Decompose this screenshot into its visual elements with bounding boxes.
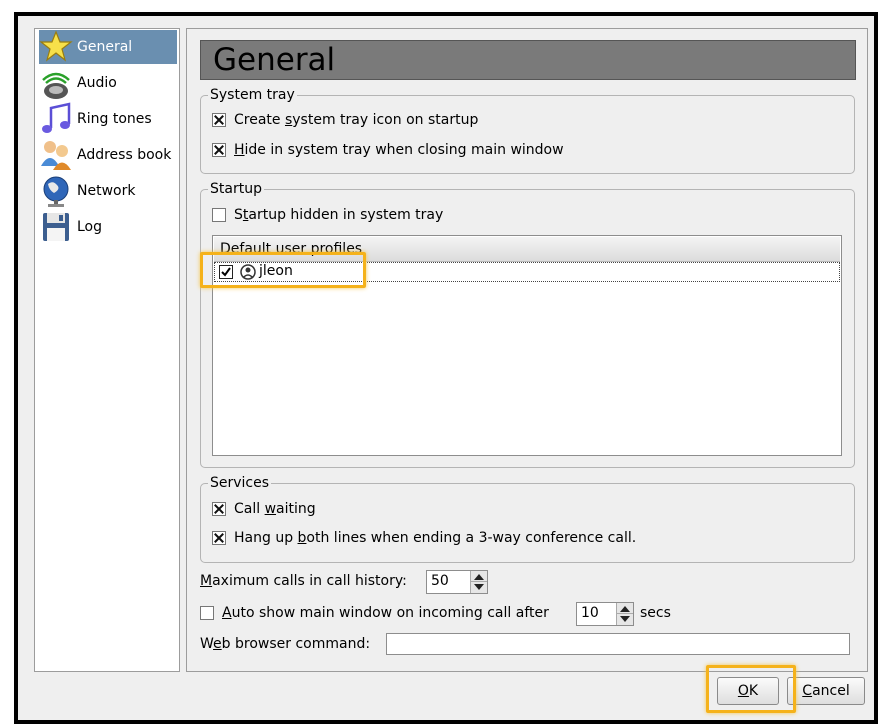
profiles-column-header[interactable]: Default user profiles — [214, 237, 840, 262]
checkbox-box[interactable] — [212, 143, 226, 157]
auto-show-delay-value: 10 — [581, 605, 599, 621]
sidebar-item-label: Ring tones — [77, 111, 152, 127]
hide-in-tray-label: Hide in system tray when closing main wi… — [234, 142, 564, 158]
sidebar-item-label: General — [77, 39, 133, 55]
hide-in-tray-checkbox[interactable]: Hide in system tray when closing main wi… — [212, 142, 564, 158]
call-waiting-checkbox[interactable]: Call waiting — [212, 501, 316, 517]
checkbox-box[interactable] — [212, 502, 226, 516]
sidebar-item-label: Log — [77, 219, 103, 235]
services-group-title: Services — [208, 475, 272, 491]
system-tray-group — [200, 95, 855, 174]
user-profile-icon — [240, 264, 256, 280]
profile-row-jleon[interactable]: jleon — [214, 262, 840, 282]
web-browser-command-input[interactable] — [386, 633, 850, 655]
default-user-profiles-list[interactable]: Default user profiles jleon — [212, 235, 842, 456]
cancel-button[interactable]: Cancel — [787, 677, 865, 705]
profiles-column-header-label: Default user profiles — [220, 241, 363, 257]
page-title-bar: General — [200, 40, 856, 80]
max-calls-label: Maximum calls in call history: — [200, 573, 407, 589]
sidebar-item-address-book[interactable]: Address book — [39, 138, 177, 172]
checkbox-box[interactable] — [212, 208, 226, 222]
spin-up-icon[interactable] — [620, 606, 630, 612]
spin-down-icon[interactable] — [620, 616, 630, 622]
max-calls-value: 50 — [431, 573, 449, 589]
profile-checkbox[interactable] — [219, 265, 233, 279]
call-waiting-label: Call waiting — [234, 501, 316, 517]
sidebar-item-log[interactable]: Log — [39, 210, 177, 244]
sidebar-item-audio[interactable]: Audio — [39, 66, 177, 100]
profile-name: jleon — [259, 263, 293, 279]
sidebar-item-label: Audio — [77, 75, 117, 91]
create-tray-icon-checkbox[interactable]: Create system tray icon on startup — [212, 112, 478, 128]
speaker-icon — [42, 72, 70, 99]
auto-show-delay-stepper[interactable] — [616, 603, 633, 625]
max-calls-spinbox[interactable]: 50 — [426, 570, 488, 594]
spin-up-icon[interactable] — [474, 574, 484, 580]
ok-button[interactable]: OK — [717, 677, 779, 705]
music-note-icon — [42, 102, 71, 133]
checkbox-box[interactable] — [212, 113, 226, 127]
secs-label: secs — [640, 605, 671, 621]
people-icon — [41, 141, 71, 170]
sidebar-item-label: Network — [77, 183, 136, 199]
web-browser-command-label: Web browser command: — [200, 636, 371, 652]
sidebar-item-general[interactable]: General — [39, 30, 177, 64]
auto-show-delay-spinbox[interactable]: 10 — [576, 602, 634, 626]
services-group — [200, 483, 855, 563]
hang-up-both-lines-checkbox[interactable]: Hang up both lines when ending a 3-way c… — [212, 530, 636, 546]
hang-up-both-lines-label: Hang up both lines when ending a 3-way c… — [234, 530, 637, 546]
sidebar-item-ring-tones[interactable]: Ring tones — [39, 102, 177, 136]
globe-network-icon — [43, 176, 69, 207]
sidebar-item-label: Address book — [77, 147, 172, 163]
page-title: General — [213, 42, 336, 78]
checkbox-box[interactable] — [212, 531, 226, 545]
create-tray-icon-label: Create system tray icon on startup — [234, 112, 479, 128]
startup-group-title: Startup — [208, 181, 264, 197]
max-calls-stepper[interactable] — [470, 571, 487, 593]
sidebar-item-network[interactable]: Network — [39, 174, 177, 208]
startup-hidden-checkbox[interactable]: Startup hidden in system tray — [212, 207, 443, 223]
startup-hidden-label: Startup hidden in system tray — [234, 207, 444, 223]
system-tray-group-title: System tray — [208, 87, 297, 103]
spin-down-icon[interactable] — [474, 584, 484, 590]
star-icon — [39, 30, 73, 62]
auto-show-checkbox[interactable]: Auto show main window on incoming call a… — [200, 605, 549, 621]
checkbox-box[interactable] — [200, 606, 214, 620]
auto-show-label: Auto show main window on incoming call a… — [222, 605, 549, 621]
category-sidebar[interactable]: General Audio Ring tones Address book Ne… — [34, 28, 180, 672]
floppy-disk-icon — [43, 213, 69, 241]
